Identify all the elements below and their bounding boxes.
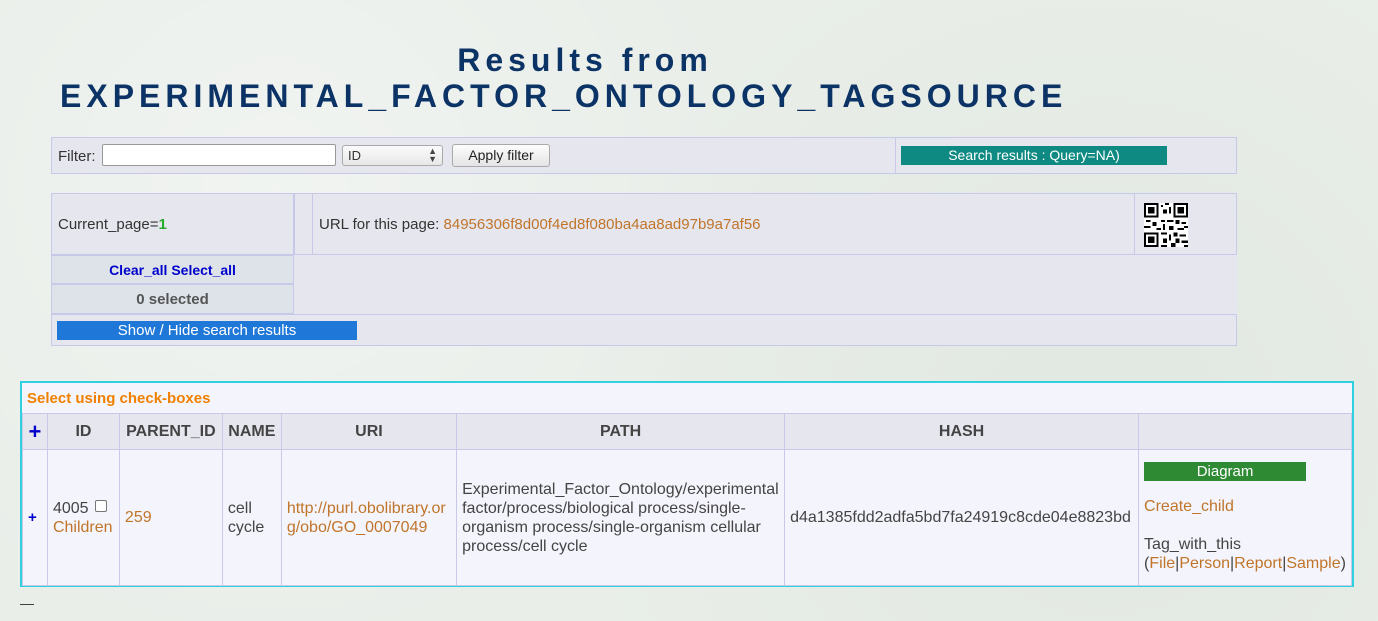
column-header-hash[interactable]: HASH <box>784 413 1140 450</box>
qr-code-icon <box>1144 203 1188 247</box>
qr-code-cell <box>1134 193 1237 255</box>
page-url-link[interactable]: 84956306f8d00f4ed8f080ba4aa8ad97b9a7af56 <box>444 216 761 233</box>
paging-panel: Current_page=1 URL for this page: 849563… <box>51 193 1237 346</box>
selected-count-cell: 0 selected <box>51 284 294 314</box>
page-title-line1: Results from <box>457 42 713 78</box>
cell-hash: d4a1385fdd2adfa5bd7fa24919c8cde04e8823bd <box>784 449 1140 586</box>
results-caption: Select using check-boxes <box>27 390 211 407</box>
plus-icon: + <box>28 418 42 444</box>
paging-fill <box>294 255 1237 314</box>
page-url-label: URL for this page: <box>319 216 444 233</box>
column-header-actions <box>1138 413 1352 450</box>
parent-id-link[interactable]: 259 <box>125 509 152 526</box>
current-page-cell: Current_page=1 <box>51 193 294 255</box>
page-title-line2: EXPERIMENTAL_FACTOR_ONTOLOGY_TAGSOURCE <box>60 78 1068 114</box>
expand-all-button[interactable]: + <box>22 413 48 450</box>
clear-all-link[interactable]: Clear_all <box>109 262 167 278</box>
filter-field-select[interactable]: ID ▲ ▼ <box>342 145 443 166</box>
search-results-button[interactable]: Search results : Query=NA) <box>901 146 1167 165</box>
filter-input[interactable] <box>102 144 336 166</box>
show-hide-results-button[interactable]: Show / Hide search results <box>57 321 357 340</box>
tag-file-link[interactable]: File <box>1149 555 1175 572</box>
select-arrows-icon: ▲ ▼ <box>428 146 437 164</box>
results-table: + ID PARENT_ID NAME URI PATH HASH + 4005… <box>22 413 1352 586</box>
apply-filter-button[interactable]: Apply filter <box>452 144 550 167</box>
tag-person-link[interactable]: Person <box>1179 555 1230 572</box>
cell-path: Experimental_Factor_Ontology/experimenta… <box>456 449 786 586</box>
column-header-id[interactable]: ID <box>46 413 120 450</box>
footer-dash: — <box>20 595 34 611</box>
column-header-path[interactable]: PATH <box>456 413 786 450</box>
tag-sample-link[interactable]: Sample <box>1286 555 1340 572</box>
table-row: + 4005 Children 259 cell cycle http://pu… <box>22 449 1352 586</box>
row-checkbox[interactable] <box>94 499 107 512</box>
current-page-label: Current_page= <box>58 216 159 233</box>
paging-spacer <box>294 193 313 255</box>
table-header-row: + ID PARENT_ID NAME URI PATH HASH <box>22 413 1352 450</box>
page-title: Results from EXPERIMENTAL_FACTOR_ONTOLOG… <box>0 42 1170 114</box>
cell-id: 4005 Children <box>46 449 120 586</box>
row-id: 4005 <box>52 499 89 517</box>
cell-name: cell cycle <box>221 449 282 586</box>
uri-link[interactable]: http://purl.obolibrary.org/obo/GO_000704… <box>287 500 446 536</box>
plus-icon: + <box>28 509 37 526</box>
cell-actions: Diagram Create_child Tag_with_this (File… <box>1138 449 1352 586</box>
filter-bar: Filter: ID ▲ ▼ Apply filter Search result… <box>51 137 1237 174</box>
current-page-number[interactable]: 1 <box>159 216 167 233</box>
filter-divider <box>895 138 896 173</box>
paren-close: ) <box>1340 555 1346 572</box>
column-header-uri[interactable]: URI <box>280 413 458 450</box>
filter-field-select-value: ID <box>348 148 361 163</box>
cell-parent-id: 259 <box>118 449 223 586</box>
filter-label: Filter: <box>58 148 96 165</box>
diagram-button[interactable]: Diagram <box>1144 462 1307 481</box>
results-table-box: Select using check-boxes + ID PARENT_ID … <box>20 381 1354 587</box>
page-url-cell: URL for this page: 84956306f8d00f4ed8f08… <box>312 193 1135 255</box>
column-header-parent-id[interactable]: PARENT_ID <box>118 413 223 450</box>
column-header-name[interactable]: NAME <box>221 413 282 450</box>
select-links-cell: Clear_all Select_all <box>51 255 294 284</box>
select-all-link[interactable]: Select_all <box>171 262 236 278</box>
selected-count: 0 selected <box>136 291 209 308</box>
show-hide-row: Show / Hide search results <box>51 314 1237 346</box>
cell-uri: http://purl.obolibrary.org/obo/GO_000704… <box>280 449 458 586</box>
tag-report-link[interactable]: Report <box>1234 555 1282 572</box>
tag-with-label: Tag_with_this <box>1144 536 1241 553</box>
row-expand-button[interactable]: + <box>22 449 48 586</box>
create-child-link[interactable]: Create_child <box>1144 498 1234 515</box>
children-link[interactable]: Children <box>53 519 113 536</box>
